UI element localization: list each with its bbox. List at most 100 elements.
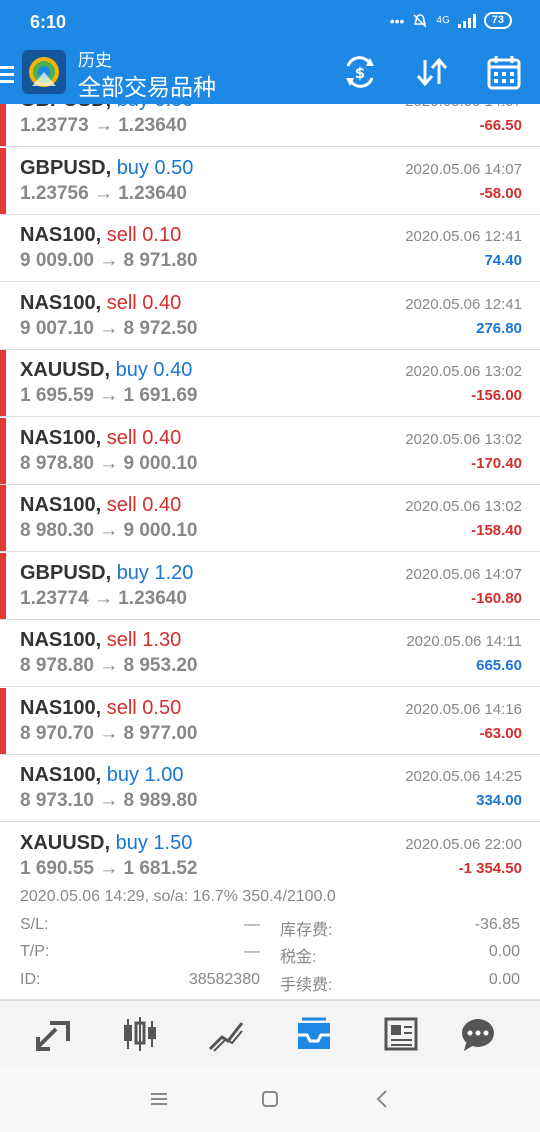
trade-close-time: 2020.05.06 13:02	[405, 430, 522, 448]
trade-prices: 1.23773 → 1.23640	[20, 115, 187, 136]
trade-symbol: GBPUSD, buy 0.50	[20, 157, 193, 180]
trade-close-time: 2020.05.06 14:07	[405, 104, 522, 110]
commission-value: 0.00	[488, 971, 520, 988]
trade-symbol-name: NAS100,	[20, 224, 102, 246]
swap-value: -36.85	[474, 916, 520, 933]
trade-symbol: GBPUSD, buy 0.50	[20, 104, 193, 112]
trade-close-time: 2020.05.06 14:25	[405, 768, 522, 785]
trade-prices: 9 009.00 → 8 971.80	[20, 250, 198, 271]
trade-prices: 8 978.80 → 8 953.20	[20, 655, 198, 676]
trade-close-time: 2020.05.06 14:11	[406, 633, 522, 650]
menu-icon[interactable]	[0, 59, 16, 89]
trade-symbol: NAS100, sell 0.40	[20, 494, 181, 517]
trade-side: buy	[106, 764, 139, 786]
trade-side: buy	[116, 156, 149, 179]
trade-symbol-name: NAS100,	[20, 426, 102, 449]
trade-history-list[interactable]: GBPUSD, buy 0.50 1.23773 → 1.23640 2020.05…	[0, 104, 540, 1000]
trade-row[interactable]: GBPUSD, buy 0.50 1.23756 → 1.23640 2020.05…	[0, 147, 540, 215]
home-icon[interactable]	[257, 1086, 283, 1112]
trade-detail-summary: 2020.05.06 14:29, so/a: 16.7% 350.4/2100…	[20, 888, 336, 905]
svg-text:$: $	[355, 64, 365, 82]
recent-apps-icon[interactable]	[146, 1086, 172, 1112]
trade-profit: -58.00	[479, 184, 522, 202]
commission-label: 手续费:	[280, 977, 333, 994]
trade-row[interactable]: XAUUSD, buy 0.40 1 695.59 → 1 691.69 2020.…	[0, 350, 540, 417]
trade-prices: 8 980.30 → 9 000.10	[20, 520, 198, 541]
trade-close-time: 2020.05.06 14:16	[405, 700, 522, 718]
trade-volume: 0.50	[154, 156, 194, 179]
trade-row[interactable]: NAS100, sell 0.40 8 978.80 → 9 000.10 2020…	[0, 417, 540, 485]
sort-icon[interactable]	[412, 52, 452, 92]
app-header: 历史 全部交易品种 $	[0, 44, 540, 104]
trade-volume: 0.50	[155, 104, 194, 111]
trade-row[interactable]: NAS100, sell 0.50 8 970.70 → 8 977.00 2020…	[0, 687, 540, 755]
currency-exchange-icon[interactable]: $	[340, 52, 380, 92]
trade-prices: 1 690.55 → 1 681.52	[20, 857, 198, 879]
trade-close-time: 2020.05.06 13:02	[405, 363, 522, 380]
trade-volume: 0.10	[142, 224, 182, 246]
trade-side: sell	[106, 494, 137, 516]
status-icons: ••• 4G 73	[390, 12, 512, 29]
trade-side: sell	[106, 629, 137, 651]
trade-side: sell	[106, 224, 137, 246]
trade-row[interactable]: NAS100, sell 1.30 8 978.80 → 8 953.20 2020…	[0, 620, 540, 687]
trade-side: sell	[106, 426, 137, 449]
page-title[interactable]: 全部交易品种	[78, 68, 216, 102]
trade-prices: 1.23774 → 1.23640	[20, 587, 187, 609]
app-logo	[22, 50, 66, 94]
trade-symbol-name: NAS100,	[20, 291, 102, 314]
trade-symbol: XAUUSD, buy 0.40	[20, 359, 192, 382]
trade-symbol: GBPUSD, buy 1.20	[20, 562, 193, 585]
status-bar: 6:10 ••• 4G 73	[0, 0, 540, 44]
trade-symbol-name: GBPUSD,	[20, 156, 112, 179]
network-label: 4G	[436, 15, 450, 26]
trade-row[interactable]: NAS100, sell 0.10 9 009.00 → 8 971.80 2020…	[0, 215, 540, 282]
trade-profit: 74.40	[484, 252, 522, 269]
dots-icon: •••	[389, 12, 405, 29]
id-label: ID:	[20, 971, 41, 988]
id-value: 38582380	[188, 971, 260, 988]
trade-row[interactable]: GBPUSD, buy 0.50 1.23773 → 1.23640 2020.05…	[0, 104, 540, 147]
history-inbox-icon[interactable]	[294, 1015, 334, 1053]
trade-row[interactable]: GBPUSD, buy 1.20 1.23774 → 1.23640 2020.05…	[0, 552, 540, 620]
trade-close-time: 2020.05.06 12:41	[405, 228, 522, 245]
trade-prices: 8 973.10 → 8 989.80	[20, 790, 198, 811]
back-icon[interactable]	[370, 1086, 396, 1112]
trade-close-time: 2020.05.06 14:07	[405, 160, 522, 178]
trade-symbol: NAS100, sell 0.50	[20, 697, 181, 720]
trade-side: buy	[117, 104, 149, 111]
trade-side: sell	[106, 291, 137, 314]
chat-icon[interactable]	[458, 1015, 498, 1053]
trade-icon[interactable]	[34, 1015, 74, 1053]
trade-symbol-name: XAUUSD,	[20, 831, 111, 854]
calendar-icon[interactable]	[484, 52, 524, 92]
trade-profit: -156.00	[471, 387, 522, 404]
status-time: 6:10	[30, 12, 67, 32]
trade-volume: 0.40	[142, 494, 182, 516]
chart-icon[interactable]	[120, 1015, 160, 1053]
trade-symbol-name: GBPUSD,	[20, 561, 112, 584]
trade-symbol-name: XAUUSD,	[20, 359, 111, 381]
trade-close-time: 2020.05.06 14:07	[405, 565, 522, 583]
tax-label: 税金:	[280, 949, 317, 966]
trade-symbol-name: NAS100,	[20, 696, 102, 719]
trade-row[interactable]: NAS100, sell 0.40 9 007.10 → 8 972.50 2020…	[0, 283, 540, 350]
bottom-navigation	[0, 1000, 540, 1066]
trade-history-icon[interactable]	[206, 1015, 246, 1053]
trade-side: sell	[106, 696, 137, 719]
trade-close-time: 2020.05.06 13:02	[405, 498, 522, 515]
trade-row[interactable]: NAS100, sell 0.40 8 980.30 → 9 000.10 2020…	[0, 485, 540, 552]
trade-profit: -158.40	[471, 522, 522, 539]
trade-row[interactable]: NAS100, buy 1.00 8 973.10 → 8 989.80 2020.…	[0, 755, 540, 822]
trade-volume: 0.50	[142, 696, 182, 719]
sl-label: S/L:	[20, 916, 49, 933]
swap-label: 库存费:	[280, 922, 333, 939]
trade-symbol: NAS100, sell 0.40	[20, 427, 181, 450]
trade-side: buy	[116, 561, 149, 584]
trade-prices: 1 695.59 → 1 691.69	[20, 385, 198, 406]
trade-side: buy	[115, 831, 148, 854]
trade-close-time: 2020.05.06 22:00	[405, 835, 522, 853]
trade-symbol-name: NAS100,	[20, 494, 102, 516]
trade-prices: 1.23756 → 1.23640	[20, 182, 187, 204]
news-icon[interactable]	[380, 1015, 420, 1053]
